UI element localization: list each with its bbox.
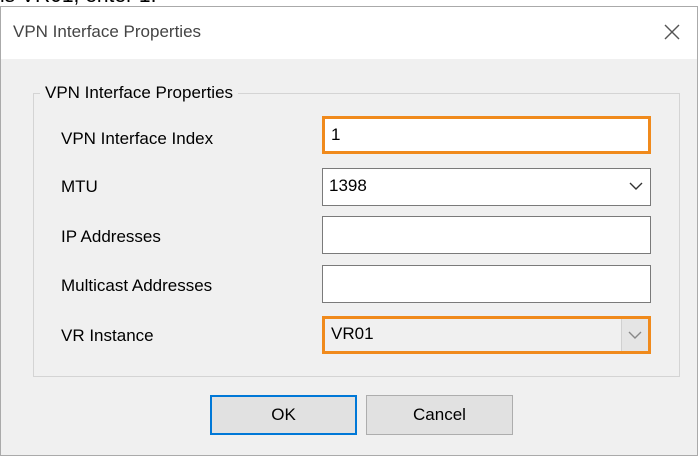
title-bar: VPN Interface Properties <box>1 7 697 59</box>
mtu-label: MTU <box>61 177 98 196</box>
vr-select[interactable]: VR01 <box>322 316 651 354</box>
chevron-down-icon <box>628 331 642 339</box>
multicast-label: Multicast Addresses <box>61 276 213 295</box>
vr-value: VR01 <box>331 324 374 343</box>
multicast-input[interactable] <box>322 265 651 303</box>
chevron-down-icon <box>629 182 643 190</box>
index-input[interactable]: 1 <box>322 116 651 154</box>
ok-button[interactable]: OK <box>210 395 357 435</box>
mtu-select[interactable]: 1398 <box>322 168 651 206</box>
dialog-title: VPN Interface Properties <box>13 22 202 41</box>
close-button[interactable] <box>657 17 687 47</box>
ip-input[interactable] <box>322 216 651 254</box>
cancel-button[interactable]: Cancel <box>366 395 513 435</box>
vr-label: VR Instance <box>61 326 154 345</box>
group-label: VPN Interface Properties <box>40 83 239 103</box>
index-label: VPN Interface Index <box>61 129 214 148</box>
close-icon <box>664 24 680 40</box>
ip-label: IP Addresses <box>61 227 161 246</box>
mtu-value: 1398 <box>329 176 367 195</box>
